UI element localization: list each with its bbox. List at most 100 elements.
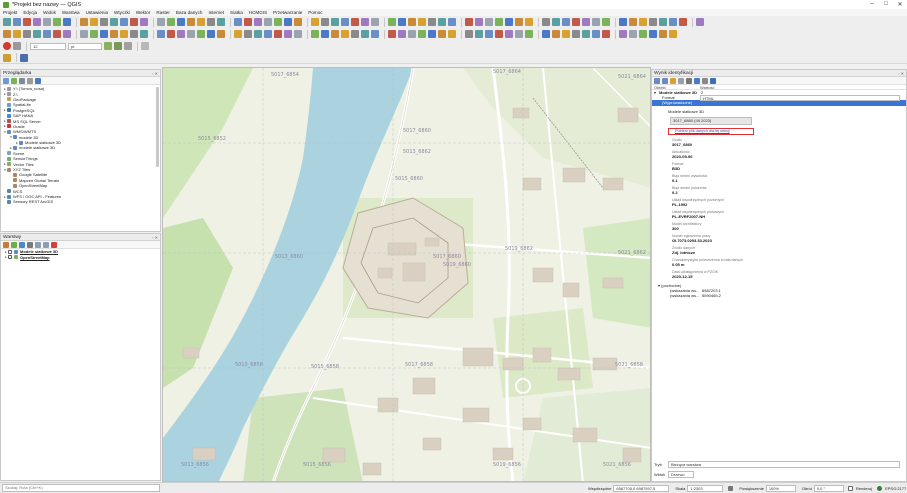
digitize-tool-icon[interactable] — [23, 30, 31, 38]
menu-item[interactable]: Wtyczki — [114, 10, 130, 15]
digitize-tool-icon[interactable] — [515, 30, 523, 38]
derived-row[interactable]: (wskazania ws... 5590465.2 — [652, 293, 906, 298]
digitize-tool-icon[interactable] — [157, 30, 165, 38]
toolbar-tool-icon[interactable] — [197, 18, 205, 26]
digitize-tool-icon[interactable] — [234, 30, 242, 38]
collapse-icon[interactable] — [43, 241, 49, 248]
digitize-tool-icon[interactable] — [53, 30, 61, 38]
mode-select[interactable]: Bieżąca warstwa — [668, 461, 900, 468]
format-select[interactable]: HTML — [700, 94, 900, 101]
toolbar-tool-icon[interactable] — [234, 18, 242, 26]
copy-icon[interactable] — [678, 77, 684, 84]
digitize-tool-icon[interactable] — [388, 30, 396, 38]
filter-select-icon[interactable] — [124, 42, 132, 50]
plugin-icon[interactable] — [20, 53, 28, 62]
digitize-tool-icon[interactable] — [629, 30, 637, 38]
digitize-tool-icon[interactable] — [475, 30, 483, 38]
toolbar-tool-icon[interactable] — [43, 18, 51, 26]
section-select[interactable]: 3017_6860 (IIII 2023) — [670, 116, 752, 125]
expand-icon[interactable] — [35, 241, 41, 248]
toolbar-tool-icon[interactable] — [515, 18, 523, 26]
font-size-input[interactable]: 12 — [30, 42, 66, 50]
digitize-tool-icon[interactable] — [552, 30, 560, 38]
toolbar-tool-icon[interactable] — [361, 18, 369, 26]
toolbar-tool-icon[interactable] — [572, 18, 580, 26]
toolbar-tool-icon[interactable] — [157, 18, 165, 26]
digitize-tool-icon[interactable] — [130, 30, 138, 38]
refresh-icon[interactable] — [3, 77, 9, 84]
toolbar-tool-icon[interactable] — [495, 18, 503, 26]
digitize-tool-icon[interactable] — [371, 30, 379, 38]
digitize-tool-icon[interactable] — [311, 30, 319, 38]
identify-mode-icon[interactable] — [694, 77, 700, 84]
toolbar-tool-icon[interactable] — [649, 18, 657, 26]
panel-buttons[interactable]: ▫ ✕ — [898, 71, 904, 76]
toolbar-tool-icon[interactable] — [120, 18, 128, 26]
toolbar-tool-icon[interactable] — [321, 18, 329, 26]
digitize-tool-icon[interactable] — [495, 30, 503, 38]
digitize-tool-icon[interactable] — [13, 30, 21, 38]
toolbar-tool-icon[interactable] — [388, 18, 396, 26]
digitize-tool-icon[interactable] — [485, 30, 493, 38]
toolbar-tool-icon[interactable] — [53, 18, 61, 26]
digitize-tool-icon[interactable] — [582, 30, 590, 38]
digitize-tool-icon[interactable] — [100, 30, 108, 38]
menu-item[interactable]: HCMGIS — [249, 10, 267, 15]
toolbar-tool-icon[interactable] — [341, 18, 349, 26]
toolbar-tool-icon[interactable] — [438, 18, 446, 26]
toolbar-tool-icon[interactable] — [475, 18, 483, 26]
toolbar-tool-icon[interactable] — [311, 18, 319, 26]
digitize-tool-icon[interactable] — [90, 30, 98, 38]
toolbar-tool-icon[interactable] — [525, 18, 533, 26]
menu-item[interactable]: Baza danych — [176, 10, 203, 15]
rotation-input[interactable]: 0,0 ° — [813, 484, 844, 492]
toolbar-tool-icon[interactable] — [592, 18, 600, 26]
toolbar-tool-icon[interactable] — [177, 18, 185, 26]
toolbar-tool-icon[interactable] — [542, 18, 550, 26]
toolbar-tool-icon[interactable] — [23, 18, 31, 26]
panel-buttons[interactable]: ▫ ✕ — [152, 71, 158, 76]
toolbar-tool-icon[interactable] — [679, 18, 687, 26]
digitize-tool-icon[interactable] — [294, 30, 302, 38]
digitize-tool-icon[interactable] — [140, 30, 148, 38]
settings-icon[interactable] — [702, 77, 708, 84]
digitize-tool-icon[interactable] — [465, 30, 473, 38]
toolbar-tool-icon[interactable] — [264, 18, 272, 26]
digitize-tool-icon[interactable] — [207, 30, 215, 38]
minimize-button[interactable]: – — [865, 1, 879, 8]
toolbar-tool-icon[interactable] — [130, 18, 138, 26]
digitize-tool-icon[interactable] — [167, 30, 175, 38]
zoom-icon[interactable] — [141, 42, 149, 50]
crs-icon[interactable] — [877, 485, 883, 491]
visibility-icon[interactable] — [19, 241, 25, 248]
render-checkbox[interactable] — [847, 485, 853, 491]
digitize-tool-icon[interactable] — [669, 30, 677, 38]
font-icon[interactable] — [13, 42, 21, 50]
digitize-tool-icon[interactable] — [428, 30, 436, 38]
collapse-icon[interactable] — [27, 77, 33, 84]
digitize-tool-icon[interactable] — [341, 30, 349, 38]
toolbar-tool-icon[interactable] — [80, 18, 88, 26]
toolbar-tool-icon[interactable] — [284, 18, 292, 26]
digitize-tool-icon[interactable] — [80, 30, 88, 38]
toolbar-tool-icon[interactable] — [582, 18, 590, 26]
help-icon[interactable] — [710, 77, 716, 84]
filter-icon[interactable] — [19, 77, 25, 84]
filter-legend-icon[interactable] — [27, 241, 33, 248]
toolbar-tool-icon[interactable] — [167, 18, 175, 26]
toolbar-tool-icon[interactable] — [562, 18, 570, 26]
maximize-button[interactable]: □ — [879, 1, 893, 8]
digitize-tool-icon[interactable] — [572, 30, 580, 38]
style-icon[interactable] — [3, 241, 9, 248]
toolbar-tool-icon[interactable] — [552, 18, 560, 26]
menu-item[interactable]: Projekt — [3, 10, 17, 15]
digitize-tool-icon[interactable] — [448, 30, 456, 38]
add-selected-icon[interactable] — [11, 77, 17, 84]
digitize-tool-icon[interactable] — [177, 30, 185, 38]
toolbar-tool-icon[interactable] — [408, 18, 416, 26]
digitize-tool-icon[interactable] — [197, 30, 205, 38]
toolbar-tool-icon[interactable] — [505, 18, 513, 26]
toolbar-tool-icon[interactable] — [274, 18, 282, 26]
filter-icon[interactable] — [114, 42, 122, 50]
toolbar-tool-icon[interactable] — [217, 18, 225, 26]
